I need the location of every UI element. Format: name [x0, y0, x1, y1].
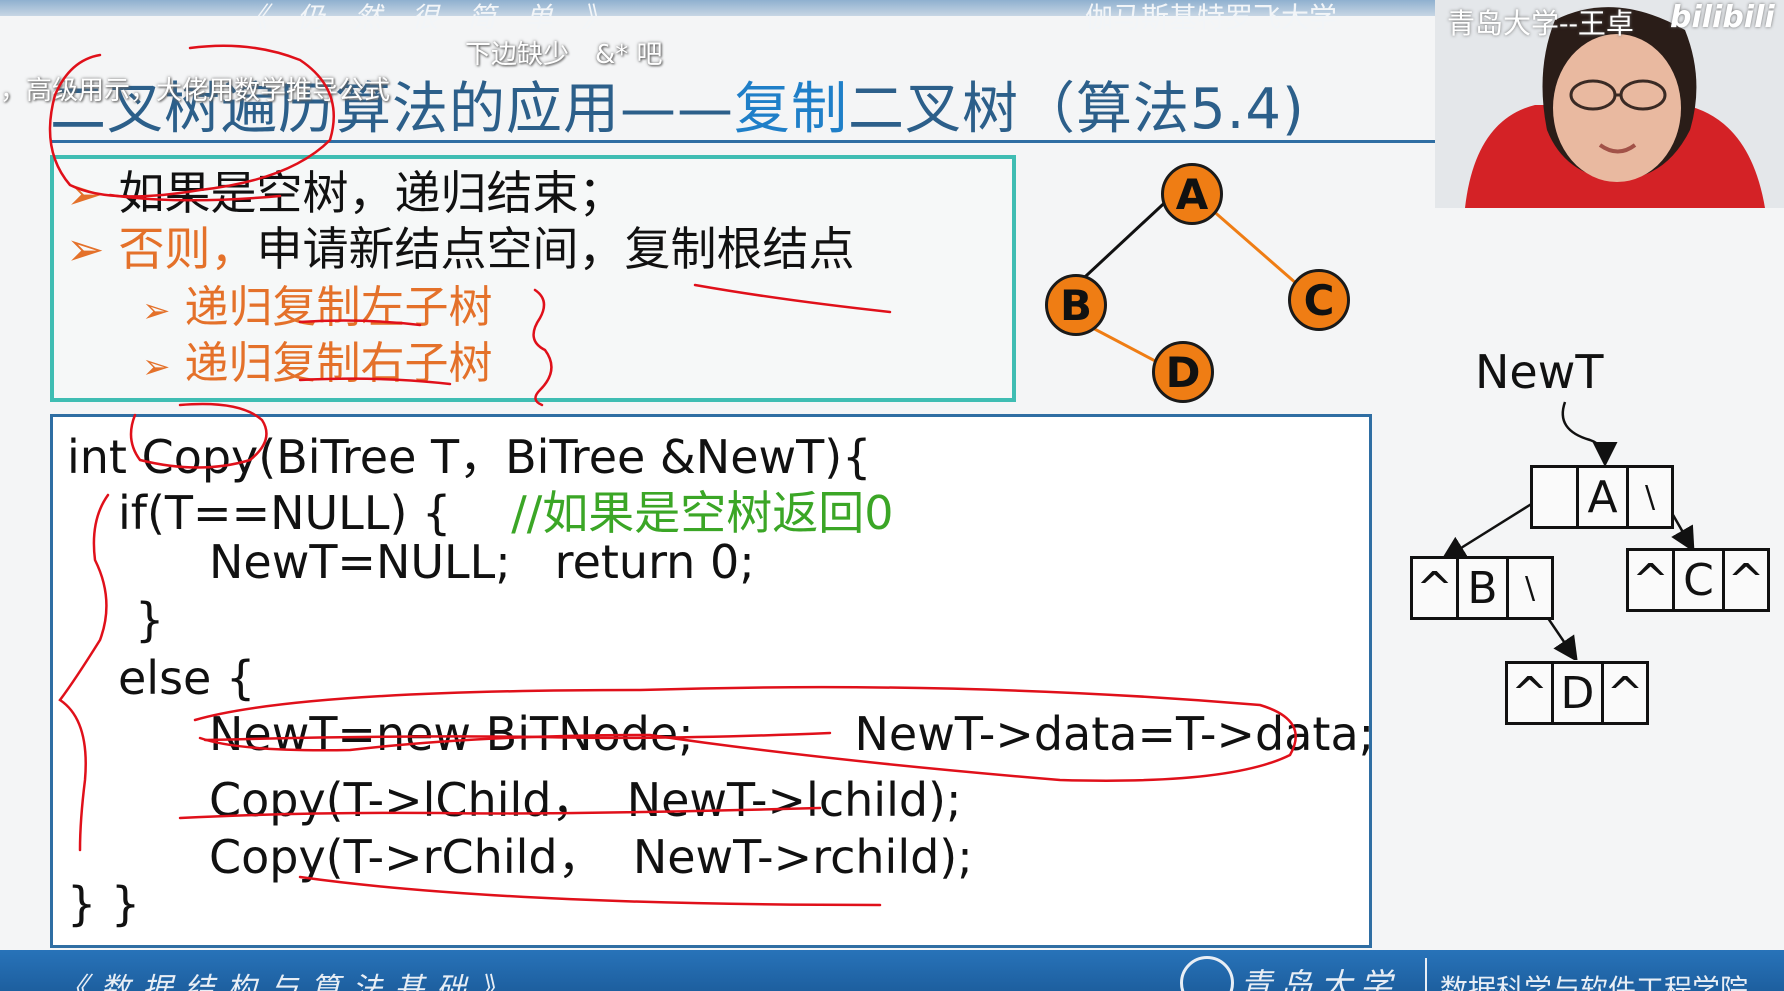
university-name: 青岛大学	[1240, 966, 1401, 991]
step-copy-right: ➢ 递归复制右子树	[142, 327, 493, 391]
node-left-pointer: ^	[1508, 664, 1554, 722]
node-left-pointer: ^	[1629, 551, 1675, 609]
code-text: if(T==NULL) {	[118, 486, 452, 540]
title-highlight: 复制	[734, 77, 848, 142]
step-text: 如果是空树，递归结束；	[118, 166, 625, 220]
newt-node-c: ^ C ^	[1626, 548, 1770, 612]
tree-node-c: C	[1288, 269, 1350, 331]
title-underline	[50, 140, 1435, 143]
title-part-3: 二叉树（算法5.4)	[848, 77, 1305, 142]
top-banner-left-text: 《 仍 然 很 简 单 》	[240, 1, 620, 34]
newt-pointer-arrows	[1440, 401, 1695, 660]
university-logo-icon	[1180, 956, 1234, 991]
presenter-webcam: 青岛大学--王卓 bilibili	[1435, 0, 1784, 208]
algorithm-steps-box: ➢ 如果是空树，递归结束； ➢ 否则，申请新结点空间，复制根结点 ➢ 递归复制左子树 …	[50, 155, 1016, 402]
newt-node-a: A \	[1530, 465, 1674, 529]
code-line: else {	[118, 651, 256, 705]
node-right-pointer: ^	[1727, 554, 1765, 606]
step-text: 递归复制右子树	[184, 338, 493, 389]
bullet-arrow-icon: ➢	[142, 291, 171, 331]
node-right-pointer: ^	[1606, 667, 1644, 719]
code-line: NewT=NULL; return 0;	[209, 535, 755, 589]
code-line: Copy(T->rChild， NewT->rchild);	[209, 830, 973, 884]
node-data: A	[1579, 468, 1629, 526]
code-block: int Copy(BiTree T，BiTree &NewT){ if(T==N…	[50, 414, 1375, 948]
tree-node-a: A	[1161, 163, 1223, 225]
department-name: 数据科学与软件工程学院	[1440, 973, 1749, 991]
node-data: B	[1459, 559, 1509, 617]
bilibili-logo: bilibili	[1670, 0, 1775, 35]
footer-divider	[1425, 958, 1427, 991]
slide-footer: 《数据结构与算法基础》 青岛大学 数据科学与软件工程学院	[0, 950, 1784, 991]
newt-node-b: ^ B \	[1410, 556, 1554, 620]
step-copy-left: ➢ 递归复制左子树	[142, 271, 493, 335]
code-comment: //如果是空树返回0	[511, 486, 894, 540]
step-text: 申请新结点空间，复制根结点	[256, 222, 855, 276]
webcam-watermark: 青岛大学--王卓	[1447, 7, 1634, 40]
node-left-pointer	[1533, 468, 1579, 526]
danmaku-comment: ，高级用示，大佬用数学推导公式	[0, 76, 391, 106]
code-line: if(T==NULL) { //如果是空树返回0	[118, 477, 894, 543]
course-name: 《数据结构与算法基础》	[58, 972, 520, 991]
code-line: NewT=new BiTNode; NewT->data=T->data;	[209, 707, 1375, 761]
step-text: 递归复制左子树	[184, 282, 493, 333]
code-line: } }	[67, 877, 141, 931]
bullet-arrow-icon: ➢	[66, 222, 105, 276]
node-right-pointer: \	[1524, 570, 1536, 606]
bullet-arrow-icon: ➢	[142, 347, 171, 387]
node-left-pointer: ^	[1413, 559, 1459, 617]
node-data: D	[1554, 664, 1604, 722]
step-lead: 否则，	[118, 222, 257, 276]
code-line: }	[135, 593, 165, 647]
node-data: C	[1675, 551, 1725, 609]
tree-node-d: D	[1152, 341, 1214, 403]
tree-node-b: B	[1045, 274, 1107, 336]
newt-node-d: ^ D ^	[1505, 661, 1649, 725]
bullet-arrow-icon: ➢	[66, 166, 105, 220]
top-banner-right-text: 伽马斯基特罗飞大学	[1085, 1, 1338, 34]
step-copy-root: ➢ 否则，申请新结点空间，复制根结点	[66, 213, 855, 279]
danmaku-comment: 下边缺少 &* 吧	[465, 40, 663, 70]
newt-label: NewT	[1475, 345, 1604, 399]
node-right-pointer: \	[1644, 479, 1656, 515]
